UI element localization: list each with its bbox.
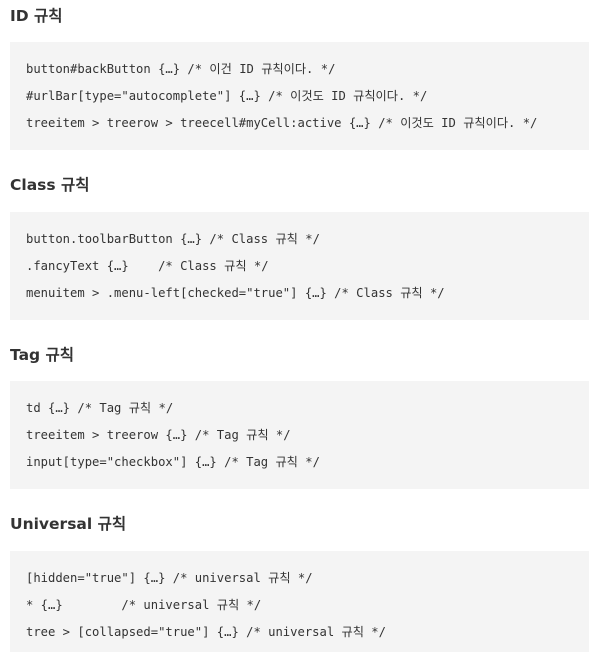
- section-heading-id: ID 규칙: [10, 7, 63, 25]
- document-page: ID 규칙 button#backButton {…} /* 이건 ID 규칙이…: [0, 0, 589, 652]
- section-heading-tag: Tag 규칙: [10, 346, 75, 364]
- code-line: menuitem > .menu-left[checked="true"] {……: [26, 286, 445, 300]
- section-heading-universal: Universal 규칙: [10, 515, 127, 533]
- code-line: treeitem > treerow {…} /* Tag 규칙 */: [26, 428, 291, 442]
- code-line: button#backButton {…} /* 이건 ID 규칙이다. */: [26, 62, 336, 76]
- code-line: button.toolbarButton {…} /* Class 규칙 */: [26, 232, 320, 246]
- section-heading-class: Class 규칙: [10, 176, 90, 194]
- code-block-id: button#backButton {…} /* 이건 ID 규칙이다. */ #…: [10, 42, 589, 150]
- code-line: [hidden="true"] {…} /* universal 규칙 */: [26, 571, 313, 585]
- code-line: td {…} /* Tag 규칙 */: [26, 401, 174, 415]
- code-block-tag: td {…} /* Tag 규칙 */ treeitem > treerow {……: [10, 381, 589, 489]
- code-block-class: button.toolbarButton {…} /* Class 규칙 */.…: [10, 212, 589, 320]
- code-line: .fancyText {…} /* Class 규칙 */: [26, 259, 269, 273]
- code-line: #urlBar[type="autocomplete"] {…} /* 이것도 …: [26, 89, 428, 103]
- code-line: input[type="checkbox"] {…} /* Tag 규칙 */: [26, 455, 320, 469]
- code-line: tree > [collapsed="true"] {…} /* univers…: [26, 625, 386, 639]
- code-line: * {…} /* universal 규칙 */: [26, 598, 262, 612]
- code-block-universal: [hidden="true"] {…} /* universal 규칙 */ * …: [10, 551, 589, 652]
- code-line: treeitem > treerow > treecell#myCell:act…: [26, 116, 538, 130]
